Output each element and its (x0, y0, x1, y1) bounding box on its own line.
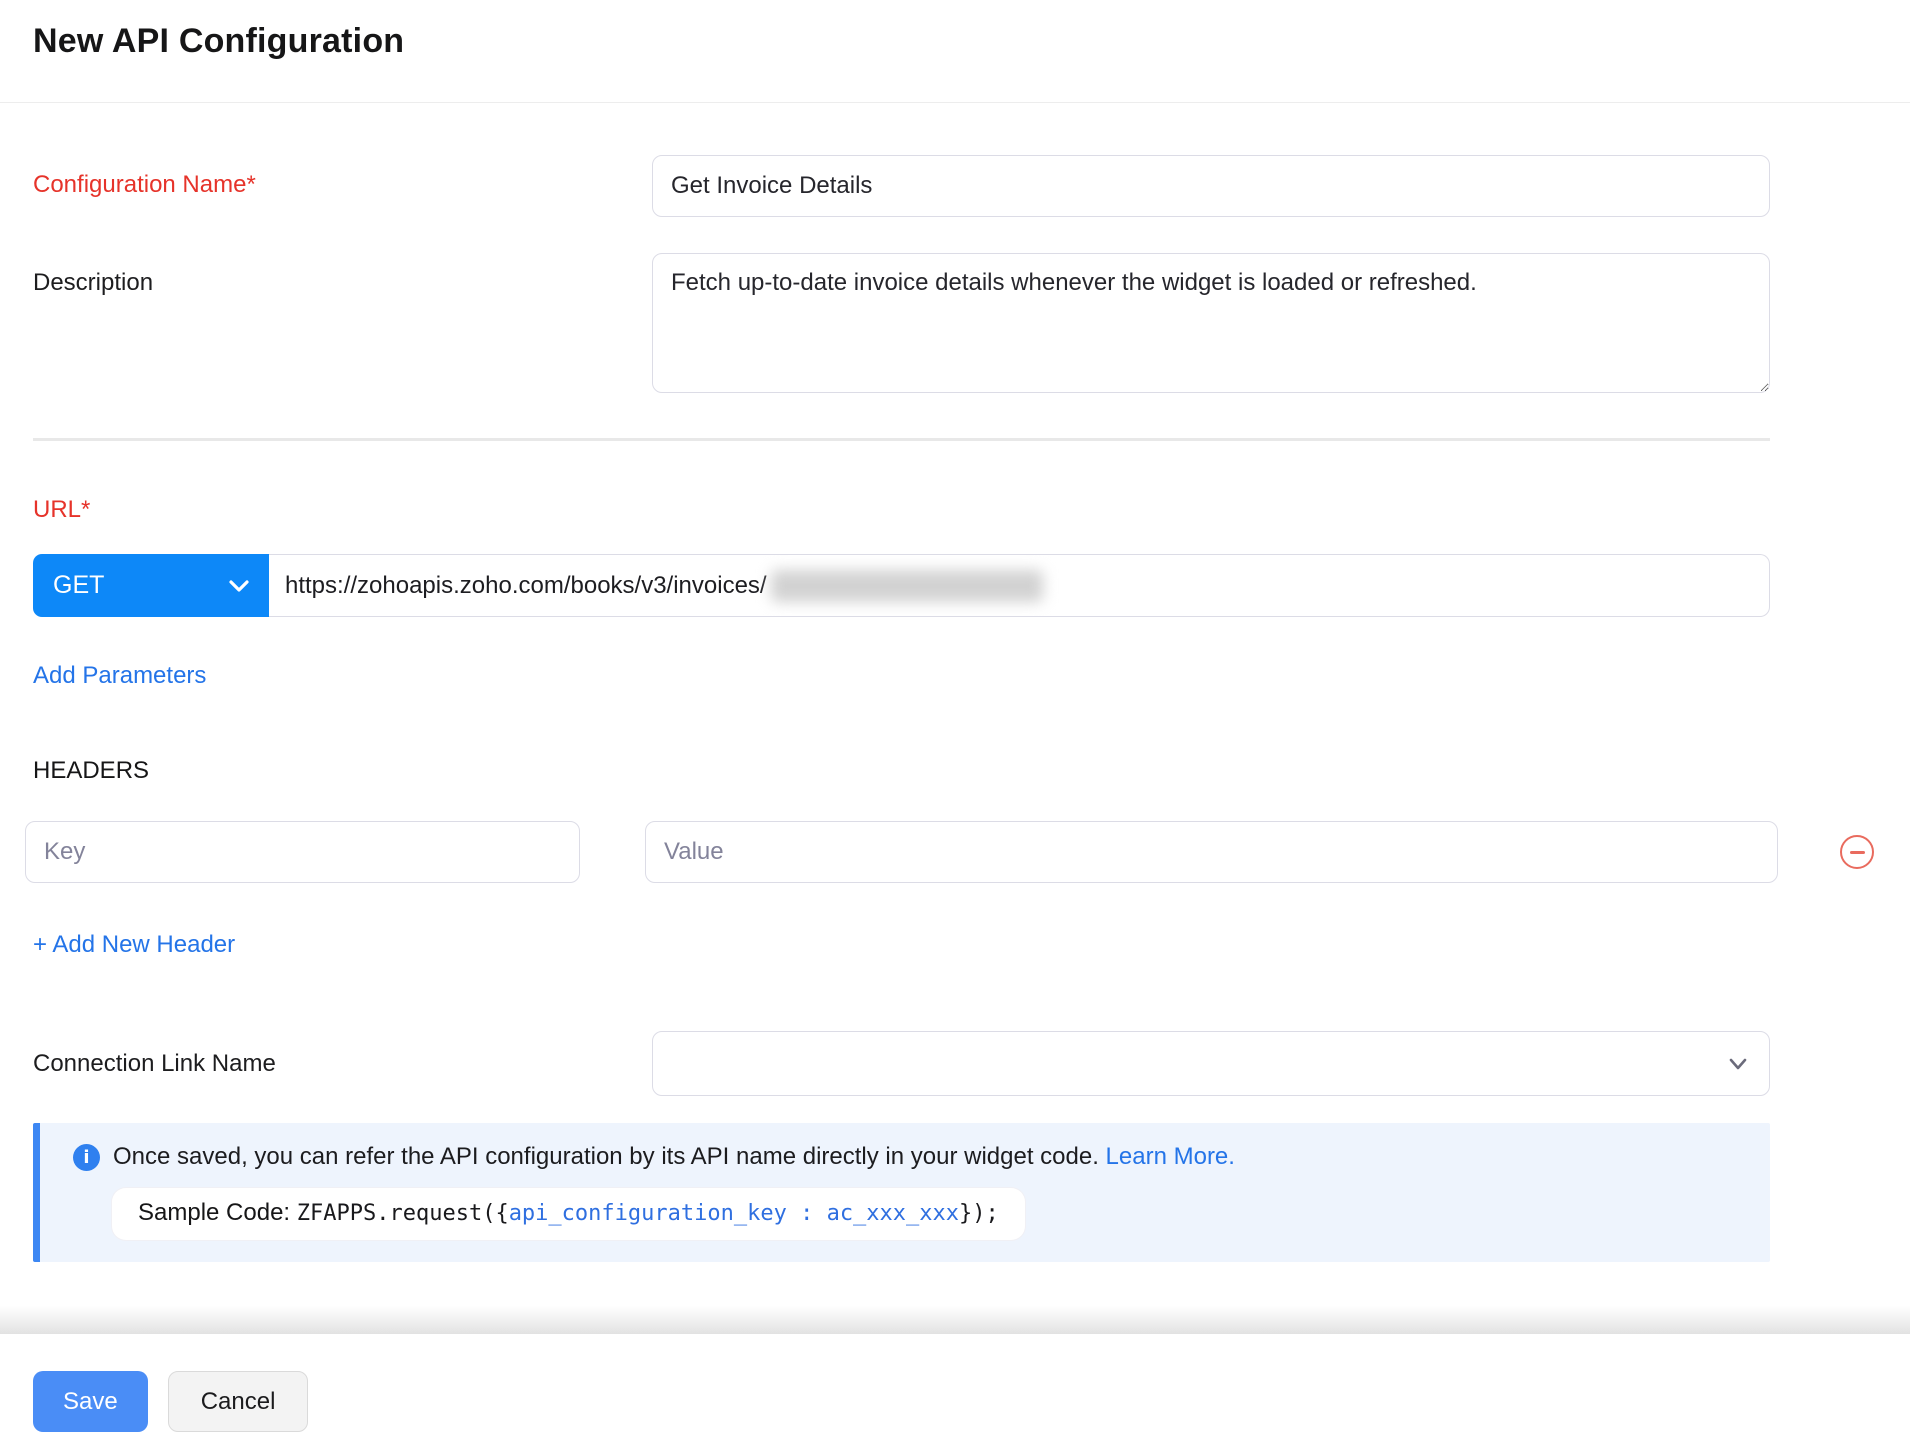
description-label: Description (33, 253, 652, 297)
sample-code-pill: Sample Code: ZFAPPS.request({api_configu… (112, 1188, 1025, 1240)
description-textarea[interactable]: Fetch up-to-date invoice details wheneve… (652, 253, 1770, 393)
url-input[interactable]: https://zohoapis.zoho.com/books/v3/invoi… (269, 554, 1770, 617)
sample-code-end: }); (959, 1201, 999, 1226)
chevron-down-icon (229, 580, 249, 592)
sample-code-start: ZFAPPS.request({ (297, 1201, 509, 1226)
add-parameters-link[interactable]: Add Parameters (33, 662, 206, 690)
page-header: New API Configuration (0, 0, 1910, 103)
header-row (25, 821, 1770, 883)
save-button[interactable]: Save (33, 1371, 148, 1432)
info-icon: i (73, 1144, 100, 1171)
url-value: https://zohoapis.zoho.com/books/v3/invoi… (285, 572, 767, 600)
http-method-dropdown[interactable]: GET (33, 554, 269, 617)
chevron-down-icon (1729, 1058, 1747, 1070)
configuration-name-label: Configuration Name* (33, 155, 652, 199)
sample-code-prefix: Sample Code: (138, 1199, 297, 1226)
minus-icon (1850, 851, 1865, 854)
remove-header-button[interactable] (1840, 835, 1874, 869)
page-title: New API Configuration (33, 22, 1877, 61)
cancel-button[interactable]: Cancel (168, 1371, 309, 1432)
redacted-invoice-id (771, 570, 1043, 602)
section-divider (33, 438, 1770, 441)
configuration-name-input[interactable] (652, 155, 1770, 217)
footer-action-bar: Save Cancel (0, 1334, 1910, 1446)
sample-code-highlight: api_configuration_key : ac_xxx_xxx (509, 1201, 959, 1226)
footer-shadow (0, 1306, 1910, 1334)
info-message: Once saved, you can refer the API config… (113, 1143, 1235, 1171)
learn-more-link[interactable]: Learn More. (1106, 1143, 1235, 1171)
configuration-name-row: Configuration Name* (33, 155, 1770, 217)
form-body: Configuration Name* Description Fetch up… (0, 103, 1910, 1262)
url-row: GET https://zohoapis.zoho.com/books/v3/i… (33, 554, 1770, 617)
new-api-configuration-page: New API Configuration Configuration Name… (0, 0, 1910, 1446)
connection-link-name-select[interactable] (652, 1031, 1770, 1096)
http-method-value: GET (53, 571, 229, 600)
header-key-input[interactable] (25, 821, 580, 883)
info-banner: i Once saved, you can refer the API conf… (33, 1123, 1770, 1262)
connection-link-name-row: Connection Link Name (33, 1031, 1770, 1096)
footer-gap (0, 1262, 1910, 1306)
connection-link-name-label: Connection Link Name (33, 1050, 652, 1078)
add-new-header-link[interactable]: + Add New Header (33, 931, 235, 959)
headers-section-label: HEADERS (33, 757, 1770, 785)
url-label: URL* (33, 496, 1770, 524)
header-value-input[interactable] (645, 821, 1778, 883)
description-row: Description Fetch up-to-date invoice det… (33, 253, 1770, 398)
